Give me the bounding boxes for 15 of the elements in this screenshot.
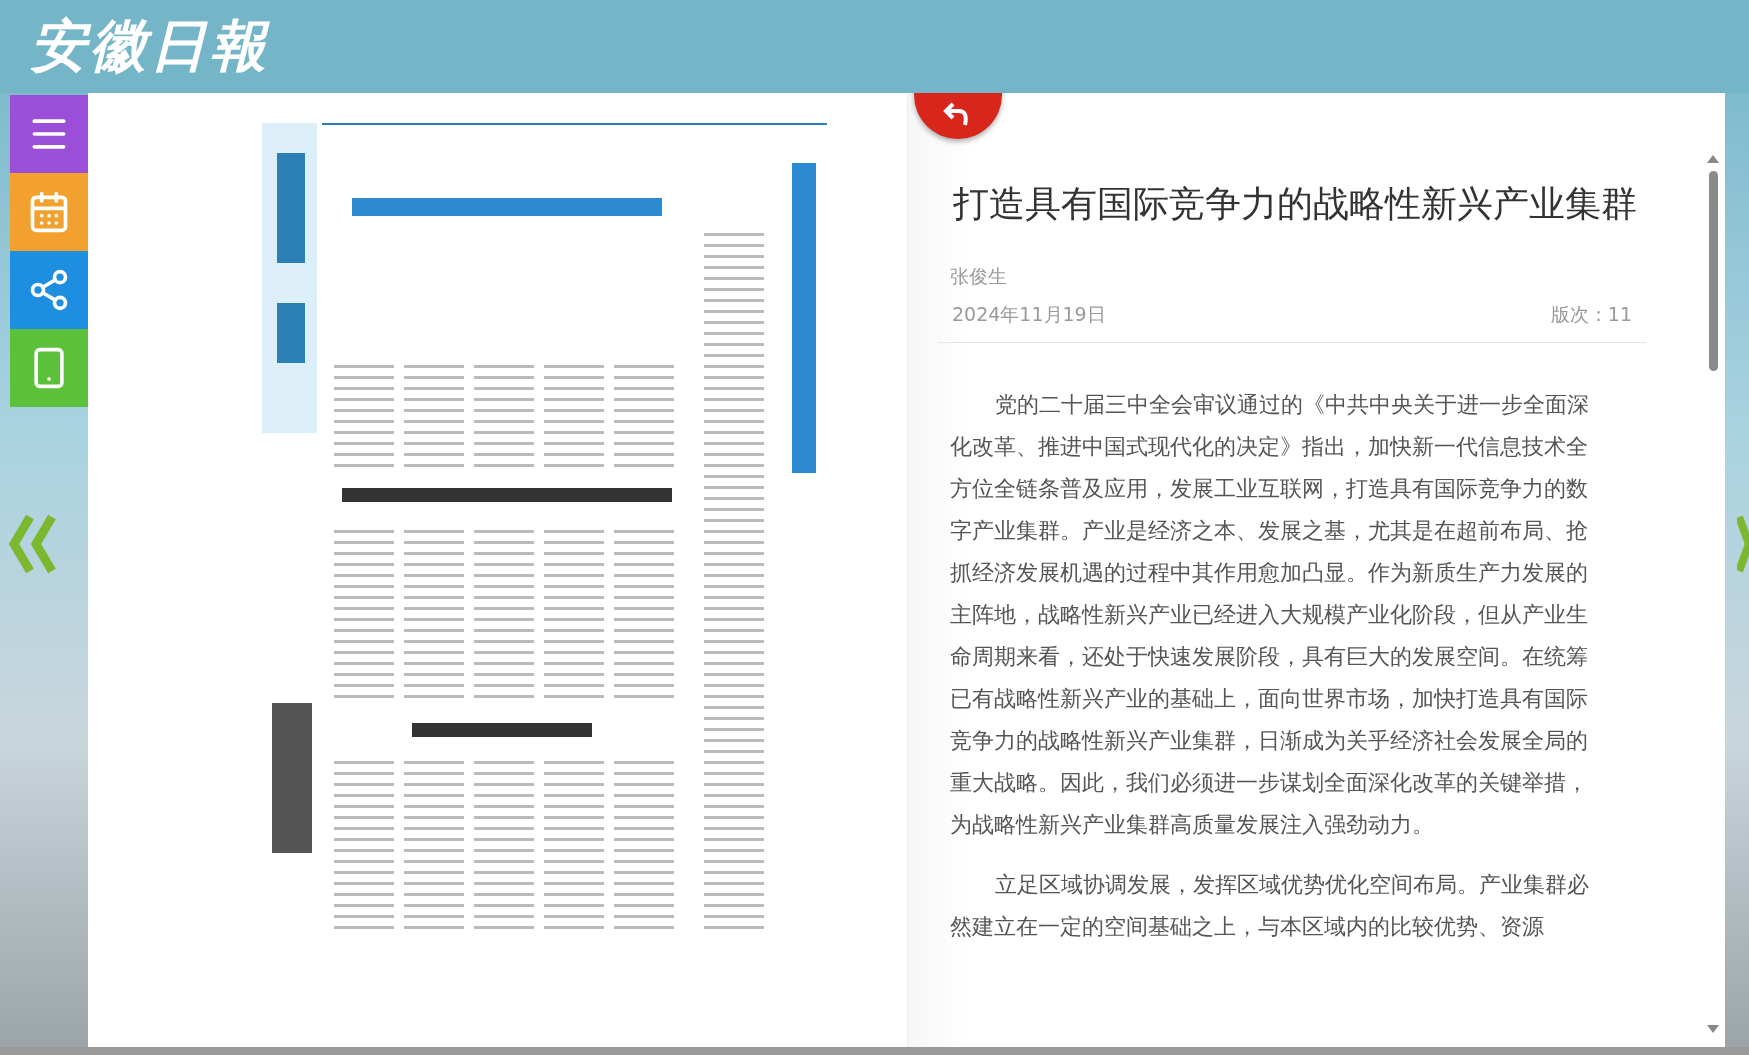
article-author: 张俊生	[950, 263, 1008, 289]
scroll-down-icon[interactable]	[1707, 1025, 1719, 1033]
article-title: 打造具有国际竞争力的战略性新兴产业集群	[952, 182, 1638, 226]
calendar-button[interactable]	[10, 173, 88, 251]
scrollbar-thumb[interactable]	[1708, 171, 1718, 371]
scroll-up-icon[interactable]	[1707, 155, 1719, 163]
edition-number: 版次：11	[1550, 301, 1632, 327]
article-paragraph: 立足区域协调发展，发挥区域优势优化空间布局。产业集群必然建立在一定的空间基础之上，与本区域内的比较优势、资源	[950, 869, 1590, 941]
article-paragraph: 党的二十届三中全会审议通过的《中共中央关于进一步全面深化改革、推进中国式现代化的决定》指出，加快新一代信息技术全方位全链条普及应用，发展工业互联网，打造具有国际竞争力的数字产业集群。产业是经济之本、发展之基，尤其是在超前布局、抢抓经济发展机遇的过程中其作用愈加凸显。作为新质生产力发展的主阵地，战略性新兴产业已经进入大规模产业化阶段，但从产业生命周期来看，还处于快速发展阶段，具有巨大的发展空间。在统筹已有战略性新兴产业的基础上，面向世界市场，加快打造具有国际竞争力的战略性新兴产业集群，日渐成为关乎经济社会发展全局的重大战略。因此，我们必须进一步谋划全面深化改革的关键举措，为战略性新兴产业集群高质量发展注入强劲动力。	[950, 389, 1590, 839]
mobile-button[interactable]	[10, 329, 88, 407]
share-button[interactable]	[10, 251, 88, 329]
menu-button[interactable]	[10, 95, 88, 173]
newspaper-logo: 安徽日報	[30, 10, 270, 80]
article-date: 2024年11月19日	[952, 301, 1106, 327]
back-button[interactable]	[914, 93, 1002, 139]
